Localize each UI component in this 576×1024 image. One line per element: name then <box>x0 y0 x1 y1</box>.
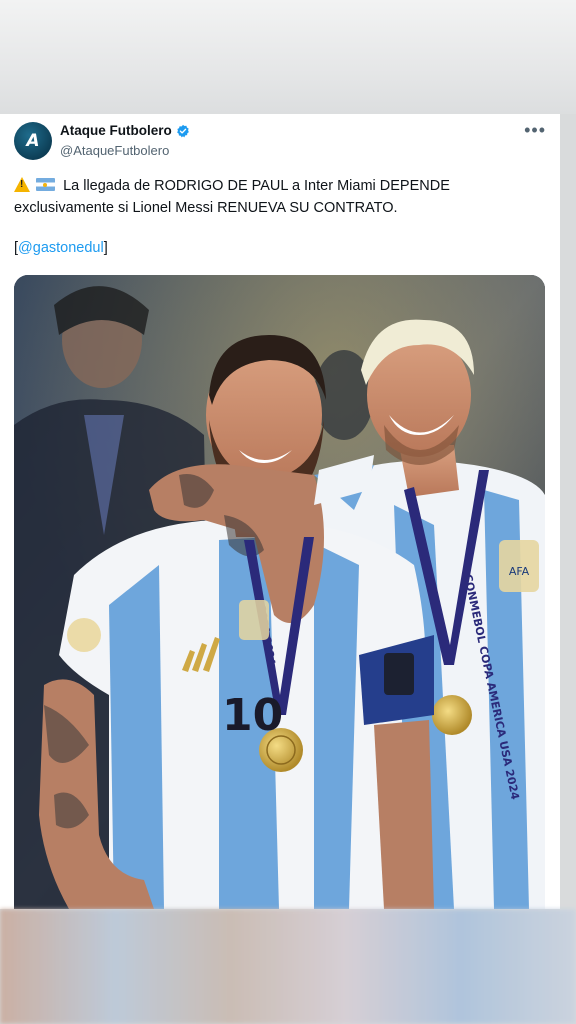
medal-right <box>432 695 472 735</box>
blurred-background-bottom <box>0 909 576 1024</box>
tweet-card[interactable]: A Ataque Futbolero @AtaqueFutbolero ••• … <box>0 114 560 909</box>
jersey-number: 10 <box>222 690 283 741</box>
more-options-icon[interactable]: ••• <box>524 120 546 141</box>
verified-badge-icon <box>176 124 189 137</box>
tweet-text: ! La llegada de RODRIGO DE PAUL a Inter … <box>14 175 549 219</box>
mention-line: [@gastonedul] <box>14 240 108 256</box>
warning-icon: ! <box>14 177 30 192</box>
tweet-photo[interactable]: AFA CONMEBOL COPA AMERICA USA 2024 10 20… <box>14 275 545 909</box>
author-display-name[interactable]: Ataque Futbolero <box>60 123 172 138</box>
argentina-flag-icon <box>36 178 56 191</box>
blurred-background-top <box>0 0 576 114</box>
author-name-row[interactable]: Ataque Futbolero <box>60 123 190 138</box>
avatar-logo: A <box>26 131 40 151</box>
tweet-body: La llegada de RODRIGO DE PAUL a Inter Mi… <box>14 178 450 216</box>
svg-text:AFA: AFA <box>509 565 530 578</box>
screenshot-stage: A Ataque Futbolero @AtaqueFutbolero ••• … <box>0 0 576 1024</box>
mention-link[interactable]: @gastonedul <box>18 240 104 256</box>
author-handle[interactable]: @AtaqueFutbolero <box>60 143 169 158</box>
mention-bracket-close: ] <box>103 240 108 256</box>
avatar[interactable]: A <box>14 122 52 160</box>
photo-illustration: AFA CONMEBOL COPA AMERICA USA 2024 10 20… <box>14 275 545 909</box>
